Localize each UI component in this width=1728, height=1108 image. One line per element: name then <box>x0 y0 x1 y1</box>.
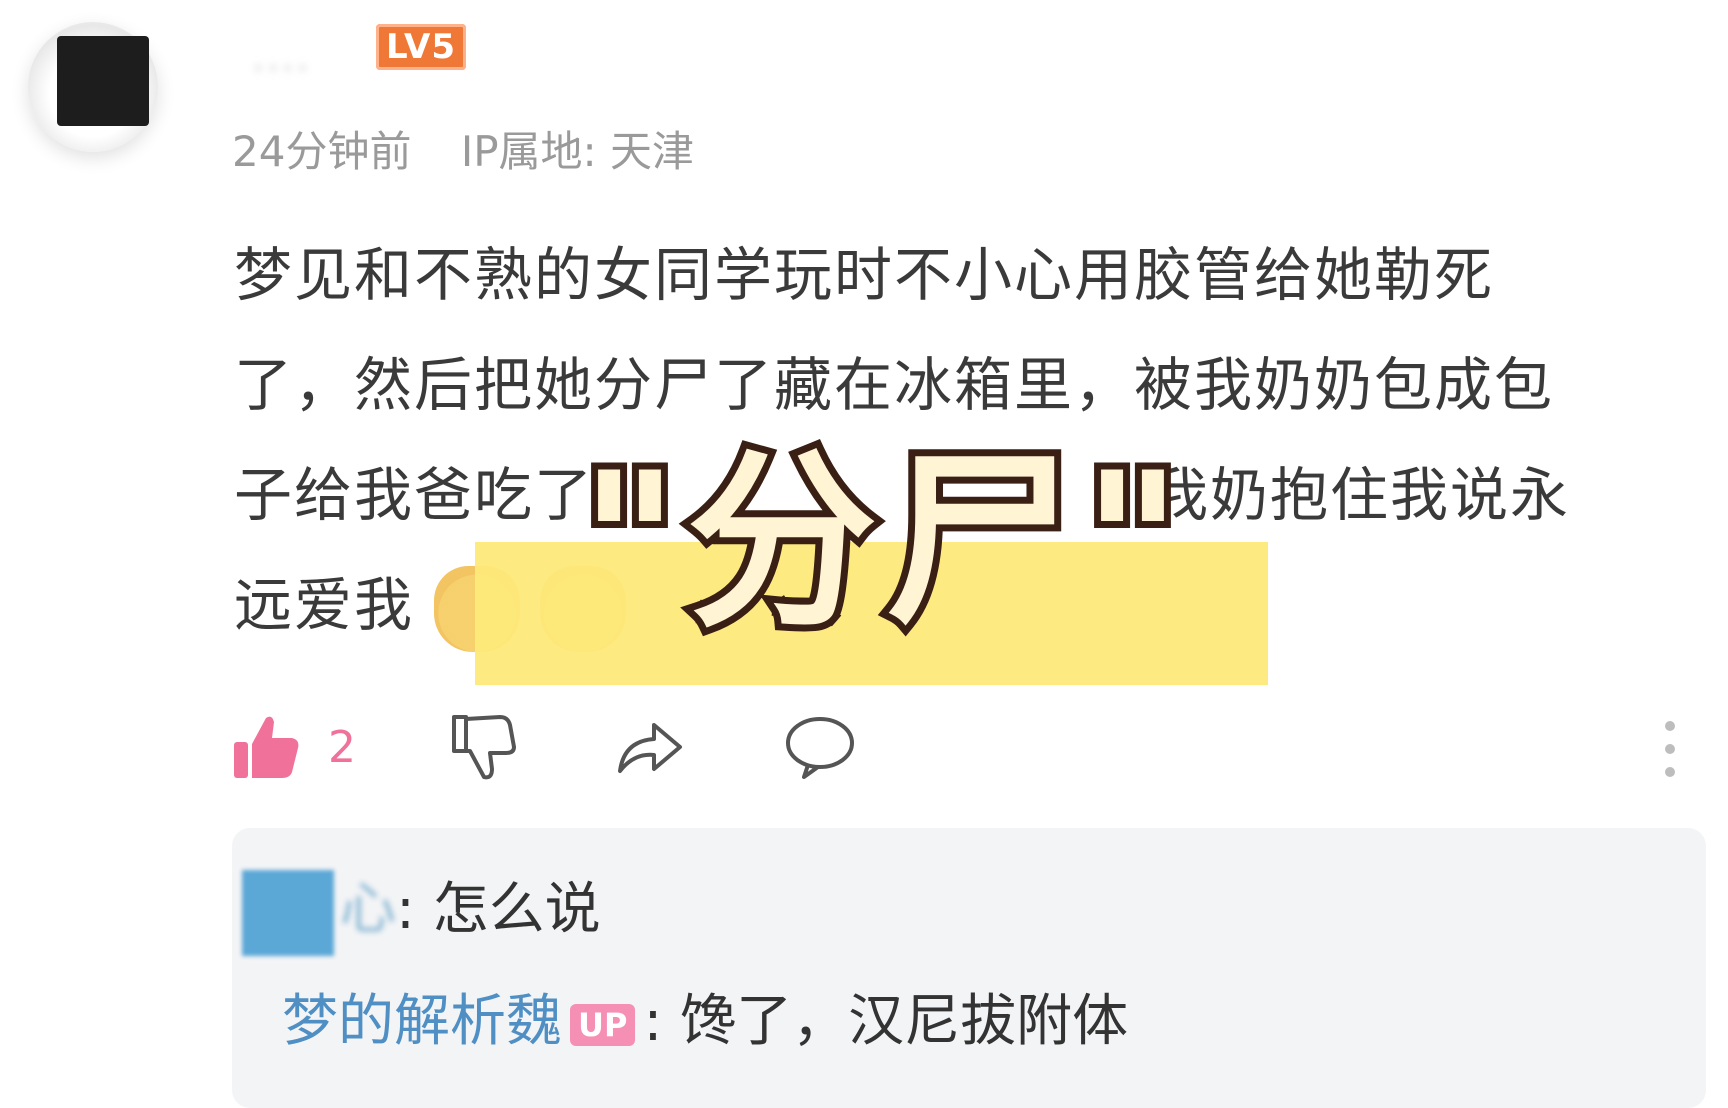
like-count: 2 <box>328 721 356 773</box>
username[interactable]: ···· <box>252 46 311 92</box>
thumbs-down-icon <box>452 715 516 780</box>
reply-username[interactable]: 梦的解析魏 <box>282 989 562 1054</box>
reply-text: : 怎么说 <box>396 877 601 942</box>
replies-panel[interactable]: 心: 怎么说 梦的解析魏 UP: 馋了，汉尼拔附体 <box>232 828 1706 1108</box>
thumbs-up-icon <box>234 716 299 778</box>
dislike-button[interactable] <box>448 712 520 782</box>
time-ago: 24分钟前 <box>232 127 412 176</box>
reply-username[interactable]: 心 <box>340 877 396 942</box>
more-vertical-icon <box>1665 721 1675 777</box>
reply-item[interactable]: 心: 怎么说 <box>242 864 601 956</box>
comment-line: 梦见和不熟的女同学玩时不小心用胶管给她勒死 <box>234 241 1495 309</box>
share-button[interactable] <box>614 712 686 782</box>
overlay-caption: "分尸" <box>573 432 1190 653</box>
reply-avatar[interactable] <box>242 869 334 956</box>
comment-line: 了，然后把她分尸了藏在冰箱里，被我奶奶包成包 <box>234 351 1555 419</box>
comment-line-start: 远爱我 <box>234 571 415 639</box>
reply-button[interactable] <box>782 712 858 782</box>
more-options-button[interactable] <box>1660 714 1680 784</box>
reply-item[interactable]: 梦的解析魏 UP: 馋了，汉尼拔附体 <box>282 976 1128 1057</box>
like-button[interactable]: 2 <box>232 712 356 782</box>
level-badge: LV5 <box>376 24 466 70</box>
comment-bubble-icon <box>786 717 854 779</box>
action-bar: 2 <box>232 702 1692 792</box>
comment-meta: 24分钟前 IP属地: 天津 <box>232 118 694 179</box>
up-badge: UP <box>570 1003 636 1046</box>
ip-location: IP属地: 天津 <box>460 127 695 176</box>
share-icon <box>618 723 682 773</box>
avatar[interactable] <box>57 36 149 126</box>
reply-text: : 馋了，汉尼拔附体 <box>643 989 1129 1054</box>
